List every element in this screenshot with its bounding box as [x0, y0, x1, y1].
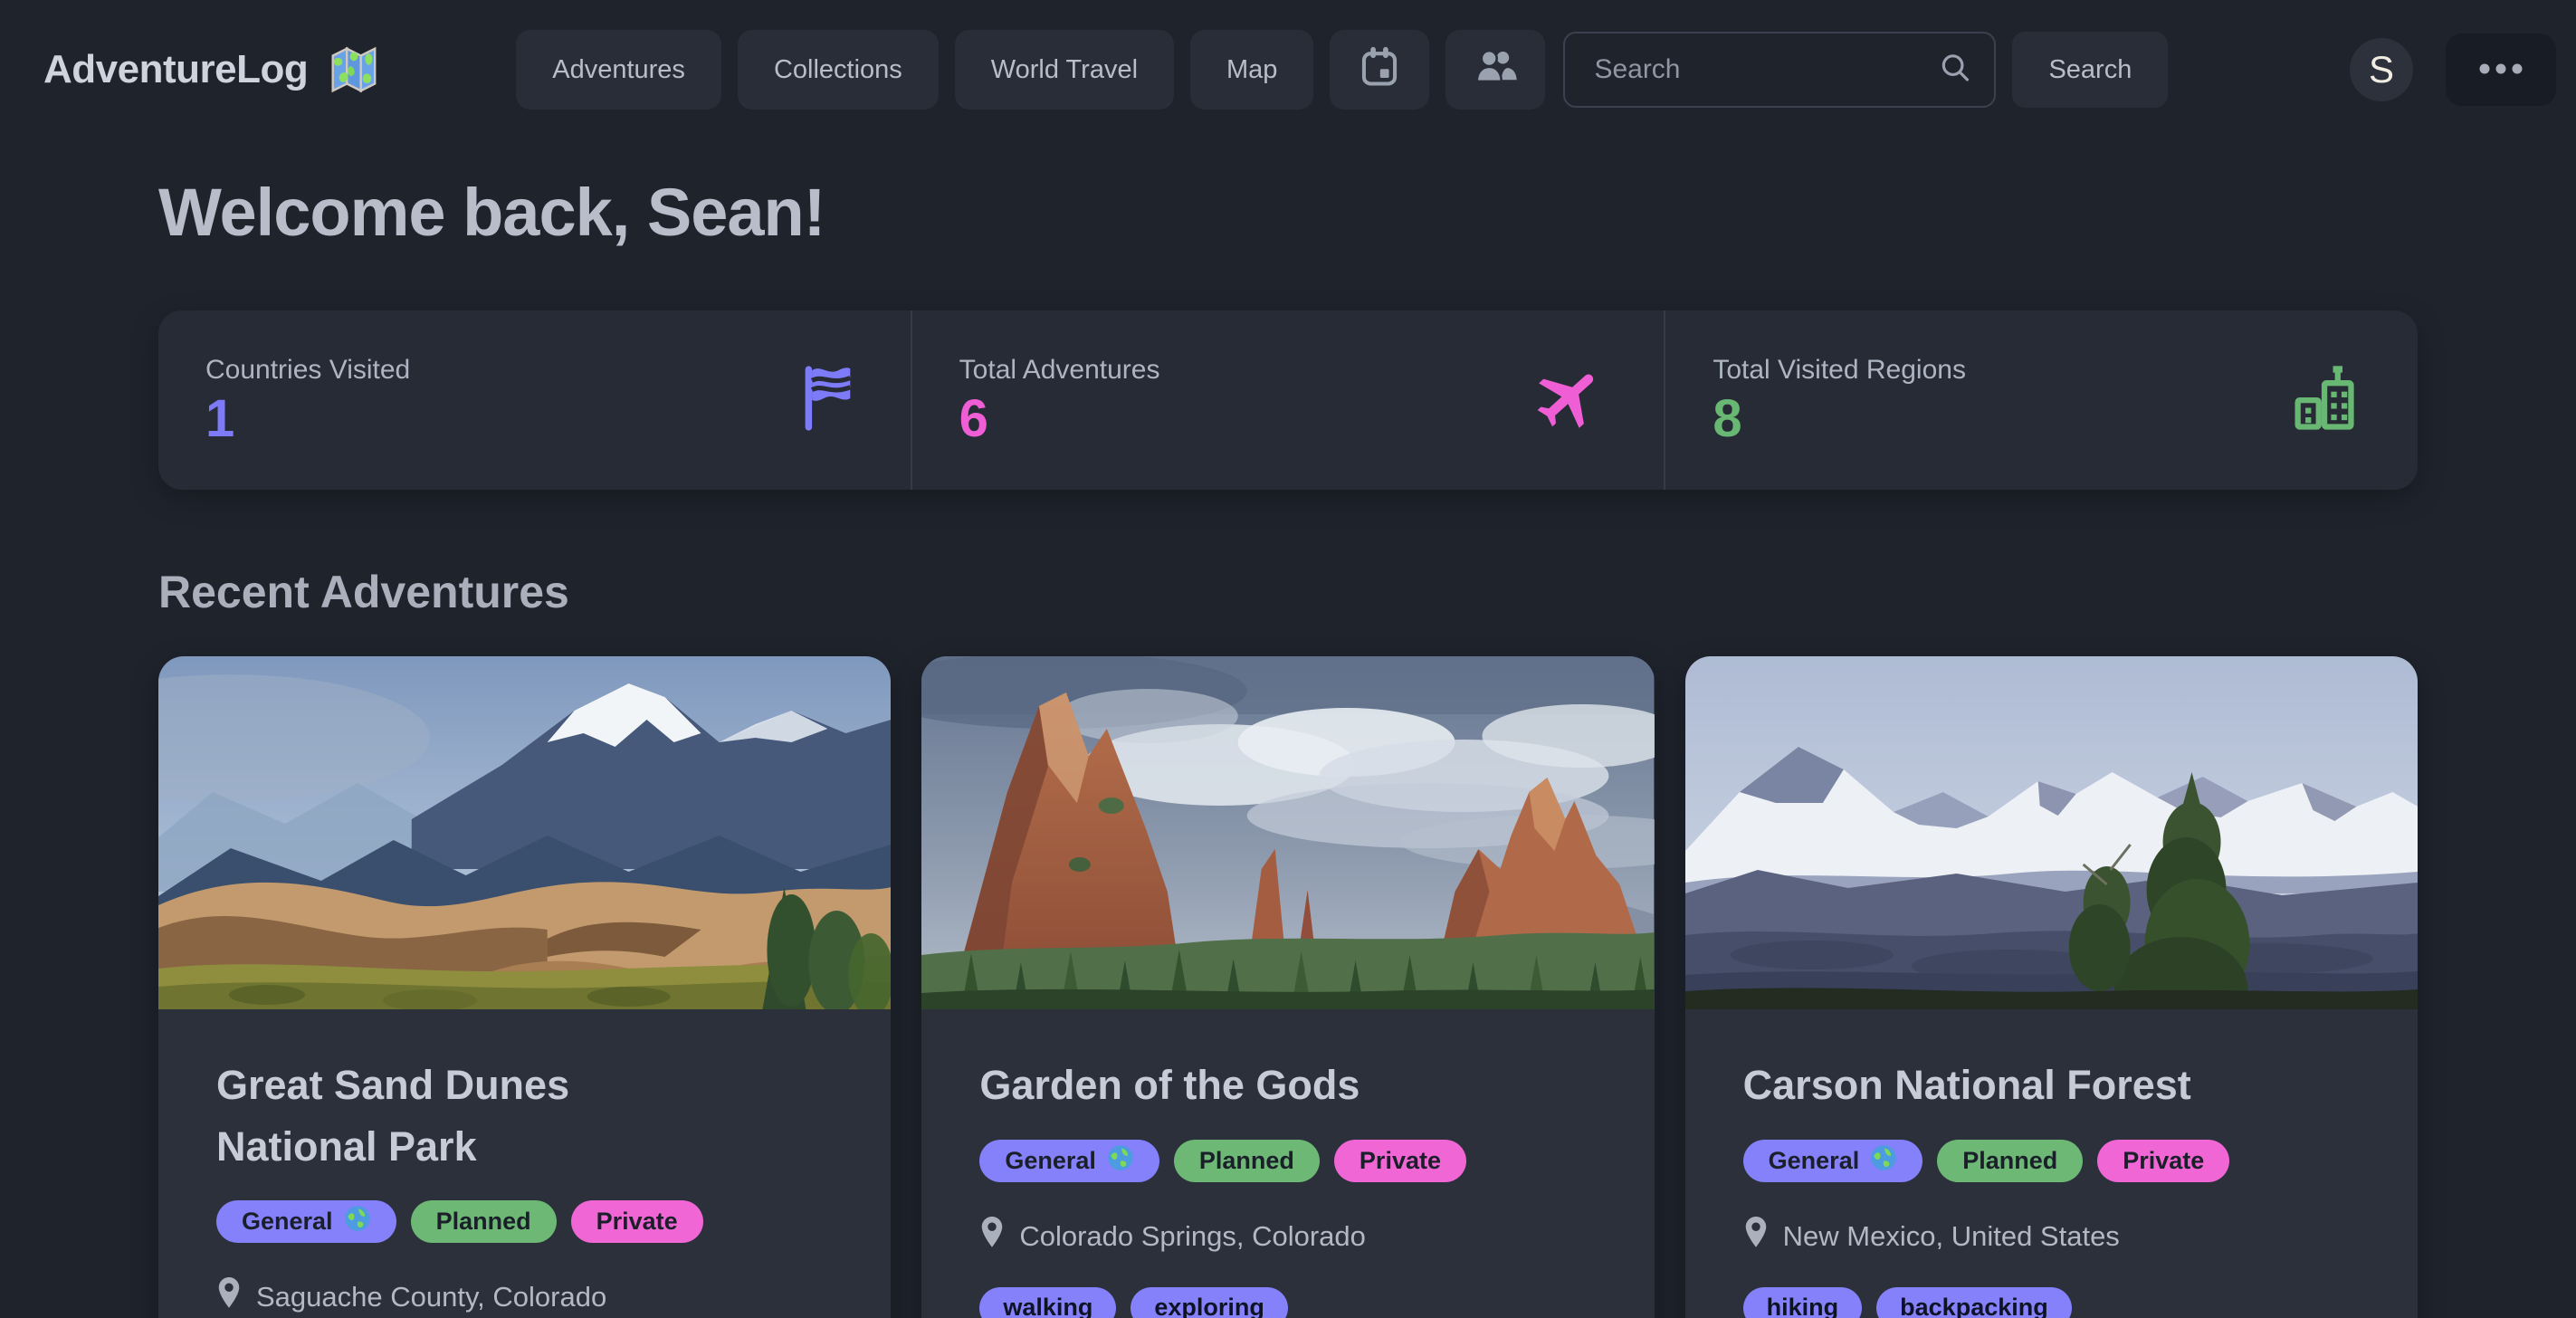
- nav-collections-button[interactable]: Collections: [738, 30, 939, 110]
- stat-value: 8: [1713, 393, 1966, 445]
- map-pin-icon: [979, 1217, 1005, 1256]
- adventure-card-great-sand-dunes[interactable]: Great Sand Dunes National Park General: [158, 656, 891, 1318]
- globe-icon: [1870, 1144, 1897, 1178]
- map-icon: [324, 42, 380, 98]
- card-body: Carson National Forest General: [1685, 1009, 2418, 1318]
- badge-row: General Planned Private: [979, 1140, 1596, 1182]
- card-title: Garden of the Gods: [979, 1055, 1504, 1116]
- ellipsis-icon: [2477, 62, 2524, 78]
- navbar-right: S: [2350, 33, 2556, 106]
- tag-row: walking exploring: [979, 1287, 1596, 1318]
- users-icon: [1471, 42, 1520, 98]
- badge-general: General: [979, 1140, 1159, 1182]
- map-pin-icon: [1743, 1217, 1769, 1256]
- search-input[interactable]: [1563, 32, 1996, 108]
- nav-map-button[interactable]: Map: [1190, 30, 1313, 110]
- badge-private: Private: [2097, 1140, 2229, 1182]
- app-logo[interactable]: AdventureLog: [43, 42, 380, 98]
- tag-backpacking: backpacking: [1876, 1287, 2072, 1318]
- badge-row: General Planned Private: [216, 1200, 833, 1243]
- badge-planned: Planned: [411, 1200, 557, 1243]
- tag-walking: walking: [979, 1287, 1116, 1318]
- nav-adventures-button[interactable]: Adventures: [516, 30, 721, 110]
- card-body: Great Sand Dunes National Park General: [158, 1009, 891, 1318]
- tag-row: hiking backpacking: [1743, 1287, 2360, 1318]
- plane-icon: [1531, 360, 1608, 441]
- globe-icon: [344, 1205, 371, 1238]
- main-nav: Adventures Collections World Travel Map: [516, 30, 1545, 110]
- calendar-icon: [1356, 43, 1403, 97]
- nav-world-travel-button[interactable]: World Travel: [955, 30, 1174, 110]
- search-box: [1563, 32, 1996, 108]
- badge-general: General: [216, 1200, 396, 1243]
- city-icon: [2285, 360, 2361, 441]
- snowy-mountains-photo: [1685, 656, 2418, 1009]
- badge-private: Private: [571, 1200, 703, 1243]
- calendar-button[interactable]: [1330, 30, 1429, 110]
- search-button[interactable]: Search: [2012, 32, 2168, 108]
- card-title: Great Sand Dunes National Park: [216, 1055, 741, 1177]
- badge-general: General: [1743, 1140, 1923, 1182]
- stat-value: 6: [959, 393, 1160, 445]
- location-text: New Mexico, United States: [1783, 1220, 2120, 1253]
- map-pin-icon: [216, 1277, 242, 1317]
- navbar: AdventureLog Adventures Collections Worl…: [0, 0, 2576, 139]
- badge-private: Private: [1334, 1140, 1466, 1182]
- stat-label: Countries Visited: [205, 355, 410, 386]
- stat-total-visited-regions: Total Visited Regions 8: [1664, 310, 2418, 490]
- avatar[interactable]: S: [2350, 38, 2413, 101]
- search-icon: [1938, 51, 1972, 90]
- location-row: Saguache County, Colorado: [216, 1277, 833, 1317]
- section-heading: Recent Adventures: [158, 566, 2418, 618]
- stat-total-adventures: Total Adventures 6: [911, 310, 1665, 490]
- card-title: Carson National Forest: [1743, 1055, 2268, 1116]
- stat-label: Total Adventures: [959, 355, 1160, 386]
- badge-planned: Planned: [1174, 1140, 1320, 1182]
- globe-icon: [1107, 1144, 1134, 1178]
- overflow-menu-button[interactable]: [2446, 33, 2556, 106]
- users-button[interactable]: [1445, 30, 1545, 110]
- red-rock-spires-photo: [921, 656, 1654, 1009]
- stats-panel: Countries Visited 1 Total Adventures 6: [158, 310, 2418, 490]
- card-body: Garden of the Gods General: [921, 1009, 1654, 1318]
- badge-planned: Planned: [1937, 1140, 2083, 1182]
- tag-hiking: hiking: [1743, 1287, 1863, 1318]
- adventure-cards: Great Sand Dunes National Park General: [158, 656, 2418, 1318]
- adventure-card-garden-of-the-gods[interactable]: Garden of the Gods General: [921, 656, 1654, 1318]
- badge-row: General Planned Private: [1743, 1140, 2360, 1182]
- flag-icon: [800, 359, 854, 442]
- stat-value: 1: [205, 393, 410, 445]
- page-title: Welcome back, Sean!: [158, 174, 2418, 251]
- location-row: Colorado Springs, Colorado: [979, 1217, 1596, 1256]
- stat-countries-visited: Countries Visited 1: [158, 310, 911, 490]
- location-row: New Mexico, United States: [1743, 1217, 2360, 1256]
- main-content: Welcome back, Sean! Countries Visited 1 …: [0, 174, 2576, 1318]
- location-text: Colorado Springs, Colorado: [1019, 1220, 1366, 1253]
- location-text: Saguache County, Colorado: [256, 1281, 606, 1313]
- tag-exploring: exploring: [1131, 1287, 1288, 1318]
- sand-dunes-photo: [158, 656, 891, 1009]
- adventure-card-carson-national-forest[interactable]: Carson National Forest General: [1685, 656, 2418, 1318]
- stat-label: Total Visited Regions: [1713, 355, 1966, 386]
- app-title: AdventureLog: [43, 47, 308, 92]
